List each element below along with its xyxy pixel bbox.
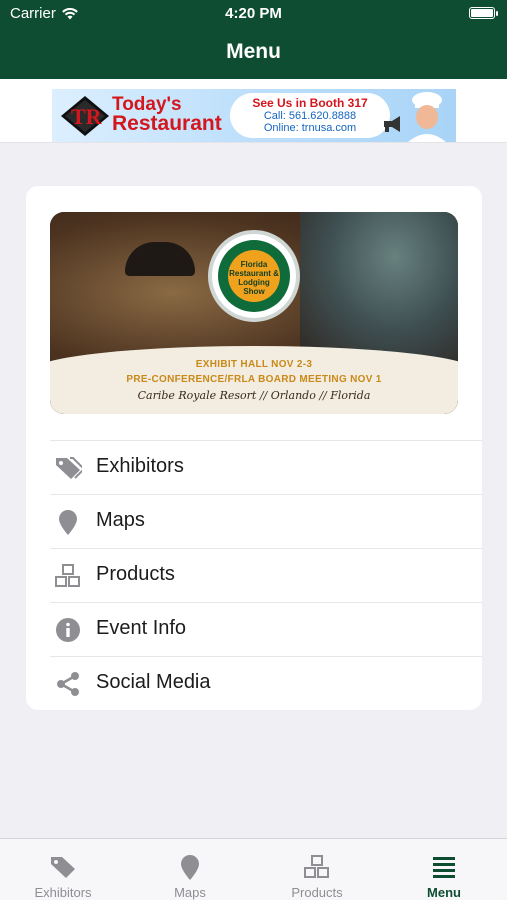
menu-item-products[interactable]: Products xyxy=(50,548,482,602)
battery-icon xyxy=(469,7,498,19)
show-seal-logo: Florida Restaurant & Lodging Show xyxy=(208,230,300,322)
ad-banner[interactable]: TR Today's Restaurant See Us in Booth 31… xyxy=(52,89,456,142)
tags-icon xyxy=(56,457,82,479)
menu-item-label: Event Info xyxy=(96,617,187,639)
logo-letter-t: TR xyxy=(71,104,103,129)
menu-item-maps[interactable]: Maps xyxy=(50,494,482,548)
menu-list: Exhibitors Maps Products Event Info Soci… xyxy=(50,440,482,710)
share-icon xyxy=(57,672,79,696)
banner-callout-bubble: See Us in Booth 317 Call: 561.620.8888 O… xyxy=(230,93,390,138)
hero-exhibit-hall-text: EXHIBIT HALL NOV 2-3 xyxy=(195,359,313,370)
info-circle-icon xyxy=(56,618,80,642)
chef-photo-icon xyxy=(408,92,446,142)
menu-item-label: Maps xyxy=(96,509,145,531)
menu-item-label: Products xyxy=(96,563,175,585)
hero-location-text: Caribe Royale Resort // Orlando // Flori… xyxy=(137,389,371,402)
menu-item-label: Social Media xyxy=(96,671,211,693)
tab-label: Menu xyxy=(427,885,461,900)
hero-preconference-text: PRE-CONFERENCE/FRLA BOARD MEETING NOV 1 xyxy=(126,374,382,385)
map-marker-icon xyxy=(181,855,199,880)
status-bar: Carrier 4:20 PM xyxy=(0,4,507,24)
seal-text: Florida Restaurant & Lodging Show xyxy=(228,250,280,302)
tab-products[interactable]: Products xyxy=(254,839,380,900)
banner-brand-line2: Restaurant xyxy=(112,112,222,135)
cubes-icon xyxy=(304,855,329,878)
menu-item-event-info[interactable]: Event Info xyxy=(50,602,482,656)
navigation-bar: Carrier 4:20 PM Menu xyxy=(0,0,507,79)
event-hero-image[interactable]: Florida Restaurant & Lodging Show EXHIBI… xyxy=(50,212,458,414)
menu-card: Florida Restaurant & Lodging Show EXHIBI… xyxy=(26,186,482,710)
menu-item-exhibitors[interactable]: Exhibitors xyxy=(50,440,482,494)
banner-phone-text: Call: 561.620.8888 xyxy=(263,110,357,122)
tab-label: Maps xyxy=(174,885,206,900)
menu-item-label: Exhibitors xyxy=(96,455,184,477)
menu-icon xyxy=(433,857,455,878)
page-title: Menu xyxy=(226,40,281,63)
bottom-tab-bar: Exhibitors Maps Products Menu xyxy=(0,838,507,900)
map-marker-icon xyxy=(59,510,77,535)
tab-label: Products xyxy=(291,885,343,900)
banner-online-text: Online: trnusa.com xyxy=(263,122,357,134)
tab-menu[interactable]: Menu xyxy=(381,839,507,900)
tab-maps[interactable]: Maps xyxy=(127,839,253,900)
status-time: 4:20 PM xyxy=(225,5,282,22)
menu-item-social-media[interactable]: Social Media xyxy=(50,656,482,710)
banner-brand: Today's Restaurant xyxy=(112,95,222,135)
banner-booth-text: See Us in Booth 317 xyxy=(252,96,368,110)
tab-label: Exhibitors xyxy=(34,885,92,900)
cubes-icon xyxy=(55,564,80,587)
ad-banner-area: TR Today's Restaurant See Us in Booth 31… xyxy=(0,79,507,143)
tab-exhibitors[interactable]: Exhibitors xyxy=(0,839,126,900)
tags-icon xyxy=(51,857,75,878)
megaphone-icon xyxy=(384,116,400,132)
todays-restaurant-logo-icon: TR xyxy=(61,96,109,136)
